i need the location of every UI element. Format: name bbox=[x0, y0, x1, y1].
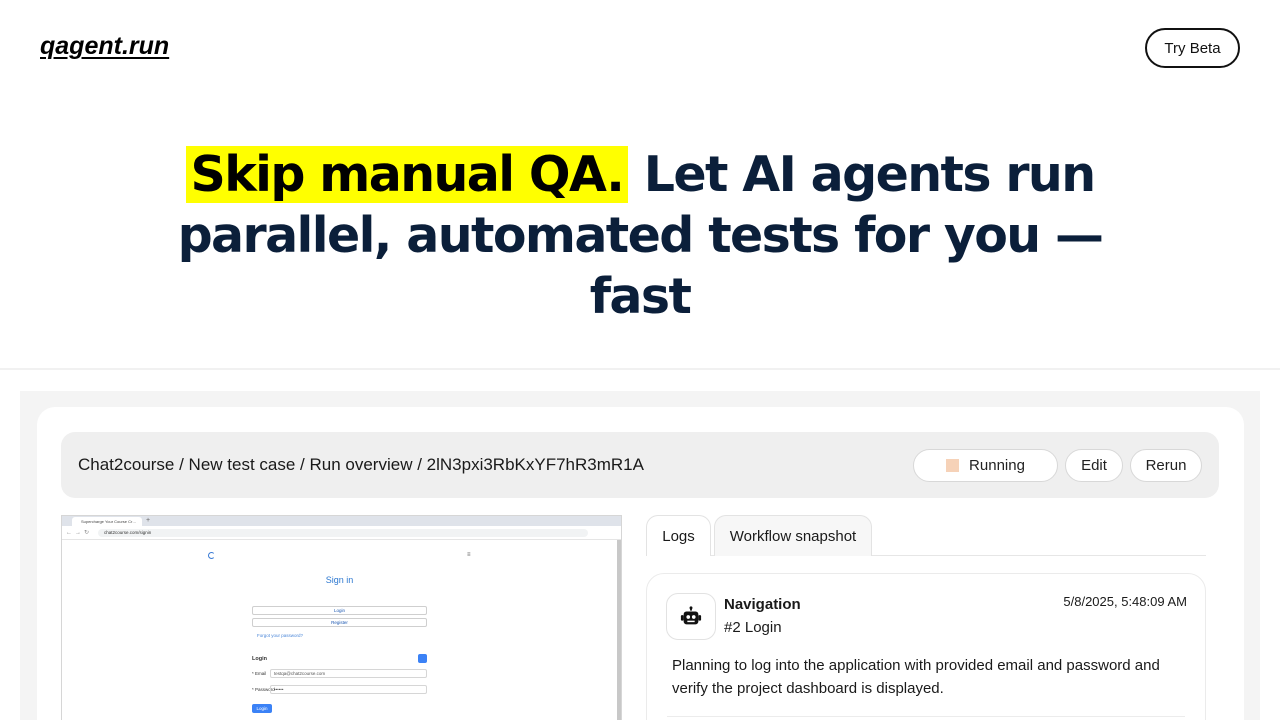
hero-highlight: Skip manual QA. bbox=[185, 146, 629, 203]
try-beta-button[interactable]: Try Beta bbox=[1145, 28, 1240, 68]
tab-workflow-snapshot[interactable]: Workflow snapshot bbox=[714, 515, 872, 556]
browser-screenshot: Supercharge Your Course Cr… + ←→↻ chat2c… bbox=[61, 515, 622, 720]
loading-spinner-icon bbox=[208, 552, 215, 559]
section-divider bbox=[0, 368, 1280, 370]
log-step: #2 Login bbox=[724, 619, 782, 636]
status-label: Running bbox=[969, 457, 1025, 474]
log-tabs: Logs Workflow snapshot bbox=[646, 515, 1206, 556]
new-tab-icon: + bbox=[146, 517, 151, 524]
browser-page: ≡ Sign in Login Register Forgot your pas… bbox=[62, 540, 621, 720]
breadcrumb: Chat2course / New test case / Run overvi… bbox=[78, 455, 644, 474]
log-type: Navigation bbox=[724, 596, 801, 613]
log-timestamp: 5/8/2025, 5:48:09 AM bbox=[1063, 594, 1187, 609]
hero-line3: fast bbox=[589, 268, 692, 325]
preview-forgot-link: Forgot your password? bbox=[257, 633, 304, 638]
run-header-bar: Chat2course / New test case / Run overvi… bbox=[61, 432, 1219, 498]
browser-url: chat2course.com/signin bbox=[98, 529, 588, 537]
demo-section: Chat2course / New test case / Run overvi… bbox=[20, 391, 1260, 720]
rerun-button[interactable]: Rerun bbox=[1130, 449, 1202, 482]
robot-icon bbox=[666, 593, 716, 640]
preview-submit-button: Login bbox=[252, 704, 272, 713]
hero-line1-rest: Let AI agents run bbox=[643, 146, 1096, 203]
log-message: Planning to log into the application wit… bbox=[672, 657, 1160, 697]
preview-badge-icon bbox=[418, 654, 427, 663]
log-separator bbox=[667, 716, 1185, 717]
run-overview-card: Chat2course / New test case / Run overvi… bbox=[37, 407, 1244, 720]
preview-password-input: •••••• bbox=[270, 685, 427, 694]
edit-button[interactable]: Edit bbox=[1065, 449, 1123, 482]
preview-email-input: testqa@chat2course.com bbox=[270, 669, 427, 678]
tab-logs[interactable]: Logs bbox=[646, 515, 711, 556]
site-logo[interactable]: qagent.run bbox=[40, 32, 169, 61]
preview-email-label: * Email bbox=[252, 671, 267, 676]
preview-register-tab: Register bbox=[252, 618, 427, 627]
preview-signin-heading: Sign in bbox=[325, 575, 354, 585]
browser-nav-icons: ←→↻ bbox=[66, 530, 93, 536]
status-indicator bbox=[946, 459, 960, 472]
browser-tab-strip: Supercharge Your Course Cr… + bbox=[62, 516, 621, 526]
browser-address-bar: ←→↻ chat2course.com/signin bbox=[62, 526, 621, 540]
preview-login-tab: Login bbox=[252, 606, 427, 615]
preview-form-title: Login bbox=[252, 656, 267, 662]
status-button[interactable]: Running bbox=[913, 449, 1058, 482]
preview-scrollbar bbox=[617, 540, 621, 720]
hero-line2: parallel, automated tests for you — bbox=[177, 207, 1104, 264]
hero-headline: Skip manual QA. Let AI agents run parall… bbox=[0, 144, 1280, 327]
top-navbar: qagent.run Try Beta bbox=[0, 0, 1280, 96]
browser-tab: Supercharge Your Course Cr… bbox=[72, 517, 142, 526]
menu-icon: ≡ bbox=[467, 552, 471, 558]
log-entry: Navigation #2 Login 5/8/2025, 5:48:09 AM… bbox=[646, 573, 1206, 720]
